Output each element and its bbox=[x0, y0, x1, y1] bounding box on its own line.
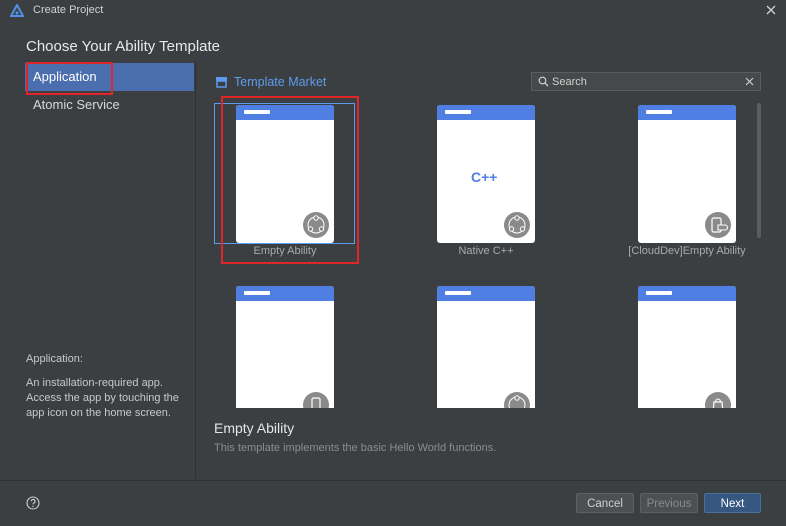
template-card-native-cpp[interactable]: C++ bbox=[437, 105, 535, 243]
previous-button[interactable]: Previous bbox=[640, 493, 698, 513]
template-card-6[interactable] bbox=[638, 286, 736, 408]
window-title: Create Project bbox=[33, 4, 104, 16]
template-card-4[interactable] bbox=[236, 286, 334, 408]
dialog-title: Choose Your Ability Template bbox=[26, 38, 221, 55]
highlight-box-empty-ability bbox=[221, 96, 359, 264]
template-market-link[interactable]: Template Market bbox=[234, 75, 326, 89]
search-icon bbox=[538, 76, 549, 87]
app-logo-icon bbox=[10, 4, 24, 17]
template-detail-description: This template implements the basic Hello… bbox=[214, 442, 497, 454]
cpp-logo: C++ bbox=[471, 169, 498, 185]
template-label-clouddev-empty-ability: [CloudDev]Empty Ability bbox=[628, 245, 746, 257]
nodes-icon bbox=[504, 212, 530, 238]
card-header-dash bbox=[646, 291, 672, 295]
window-titlebar: Create Project bbox=[0, 0, 786, 22]
panel-divider bbox=[195, 63, 196, 479]
card-header-bar bbox=[437, 105, 535, 120]
sidebar-description-title: Application: bbox=[26, 353, 83, 365]
highlight-box-application bbox=[26, 62, 113, 95]
sidebar-description: An installation-required app. Access the… bbox=[26, 377, 179, 419]
card-header-dash bbox=[244, 291, 270, 295]
templates-scrollbar[interactable] bbox=[757, 103, 761, 238]
search-field[interactable] bbox=[531, 72, 761, 91]
card-header-dash bbox=[445, 291, 471, 295]
nodes-icon bbox=[504, 392, 530, 408]
card-header-bar bbox=[437, 286, 535, 301]
cloud-device-icon bbox=[705, 212, 731, 238]
template-detail-title: Empty Ability bbox=[214, 420, 295, 436]
template-card-clouddev-empty-ability[interactable] bbox=[638, 105, 736, 243]
store-icon bbox=[216, 77, 227, 88]
card-header-dash bbox=[445, 110, 471, 114]
template-label-native-cpp: Native C++ bbox=[458, 245, 514, 257]
bag-icon bbox=[705, 392, 731, 408]
clear-search-icon[interactable] bbox=[744, 76, 755, 87]
phone-icon bbox=[303, 392, 329, 408]
card-header-bar bbox=[638, 286, 736, 301]
help-icon[interactable] bbox=[26, 496, 40, 510]
next-button[interactable]: Next bbox=[704, 493, 761, 513]
search-input[interactable] bbox=[552, 74, 742, 89]
card-header-bar bbox=[236, 286, 334, 301]
card-header-bar bbox=[638, 105, 736, 120]
sidebar-item-atomic-service[interactable]: Atomic Service bbox=[25, 91, 194, 119]
close-icon[interactable] bbox=[764, 3, 778, 17]
template-card-5[interactable] bbox=[437, 286, 535, 408]
card-header-dash bbox=[646, 110, 672, 114]
cancel-button[interactable]: Cancel bbox=[576, 493, 634, 513]
